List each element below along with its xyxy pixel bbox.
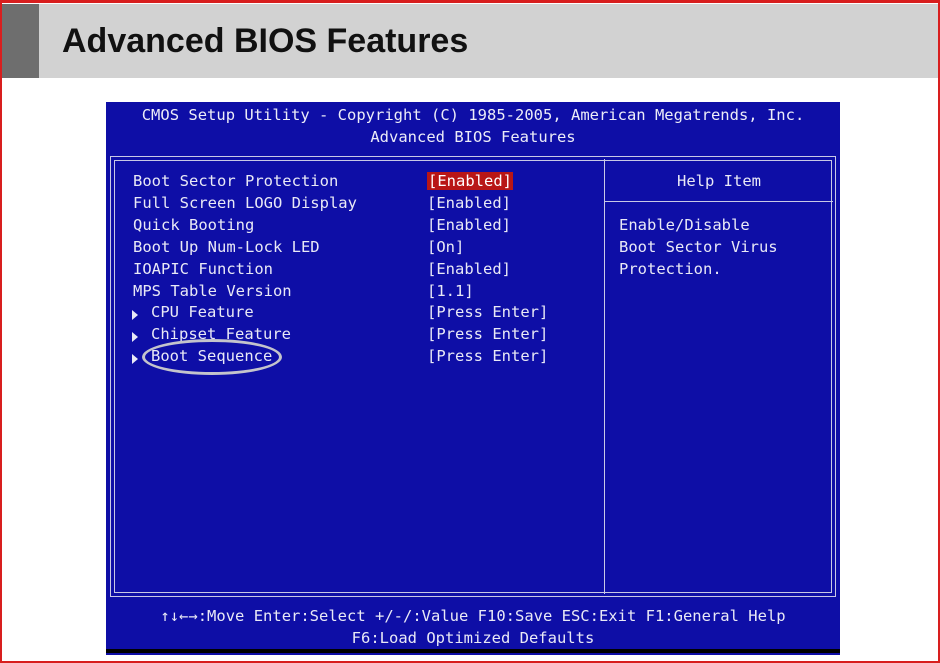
menu-item-value[interactable]: [1.1] xyxy=(427,282,474,300)
bios-screen-bottom-edge xyxy=(106,649,840,653)
menu-item-value[interactable]: [Enabled] xyxy=(427,260,511,278)
help-text-line: Protection. xyxy=(619,260,722,278)
menu-item-label: Boot Up Num-Lock LED xyxy=(133,238,320,256)
help-title-divider xyxy=(605,201,833,202)
menu-item-label: IOAPIC Function xyxy=(133,260,273,278)
submenu-arrow-icon xyxy=(132,310,138,320)
menu-item-label: Full Screen LOGO Display xyxy=(133,194,357,212)
menu-item-value[interactable]: [Press Enter] xyxy=(427,325,548,343)
submenu-arrow-icon xyxy=(132,354,138,364)
menu-item-label: Boot Sequence xyxy=(151,347,273,365)
slide-title: Advanced BIOS Features xyxy=(62,22,469,60)
key-help-footer: ↑↓←→:Move Enter:Select +/-/:Value F10:Sa… xyxy=(160,607,786,625)
help-text-line: Enable/Disable xyxy=(619,216,750,234)
menu-item-boot-sequence[interactable]: Boot Sequence [Press Enter] xyxy=(106,347,601,369)
bios-copyright-header: CMOS Setup Utility - Copyright (C) 1985-… xyxy=(141,106,805,124)
help-text-line: Boot Sector Virus xyxy=(619,238,778,256)
menu-item-label: MPS Table Version xyxy=(133,282,292,300)
menu-item-boot-up-num-lock-led[interactable]: Boot Up Num-Lock LED [On] xyxy=(106,238,601,260)
menu-item-label: Chipset Feature xyxy=(151,325,291,343)
menu-item-label: Quick Booting xyxy=(133,216,255,234)
menu-item-value[interactable]: [Enabled] xyxy=(427,194,511,212)
menu-item-ioapic-function[interactable]: IOAPIC Function [Enabled] xyxy=(106,260,601,282)
bios-page-title: Advanced BIOS Features xyxy=(370,128,576,146)
menu-item-label: CPU Feature xyxy=(151,303,254,321)
menu-item-value[interactable]: [On] xyxy=(427,238,464,256)
menu-item-value-selected[interactable]: [Enabled] xyxy=(427,172,513,190)
menu-item-chipset-feature[interactable]: Chipset Feature [Press Enter] xyxy=(106,325,601,347)
bios-screen: CMOS Setup Utility - Copyright (C) 1985-… xyxy=(106,102,840,655)
menu-item-value[interactable]: [Press Enter] xyxy=(427,303,548,321)
menu-item-quick-booting[interactable]: Quick Booting [Enabled] xyxy=(106,216,601,238)
key-help-footer-defaults: F6:Load Optimized Defaults xyxy=(351,629,595,647)
menu-item-full-screen-logo-display[interactable]: Full Screen LOGO Display [Enabled] xyxy=(106,194,601,216)
help-item-title: Help Item xyxy=(677,172,761,190)
menu-item-value[interactable]: [Enabled] xyxy=(427,216,511,234)
menu-item-boot-sector-protection[interactable]: Boot Sector Protection [Enabled] xyxy=(106,172,601,194)
menu-item-value[interactable]: [Press Enter] xyxy=(427,347,548,365)
menu-item-mps-table-version[interactable]: MPS Table Version [1.1] xyxy=(106,282,601,304)
menu-item-cpu-feature[interactable]: CPU Feature [Press Enter] xyxy=(106,303,601,325)
menu-item-label: Boot Sector Protection xyxy=(133,172,339,190)
help-panel-divider xyxy=(604,159,605,594)
title-accent-block xyxy=(2,4,39,78)
submenu-arrow-icon xyxy=(132,332,138,342)
